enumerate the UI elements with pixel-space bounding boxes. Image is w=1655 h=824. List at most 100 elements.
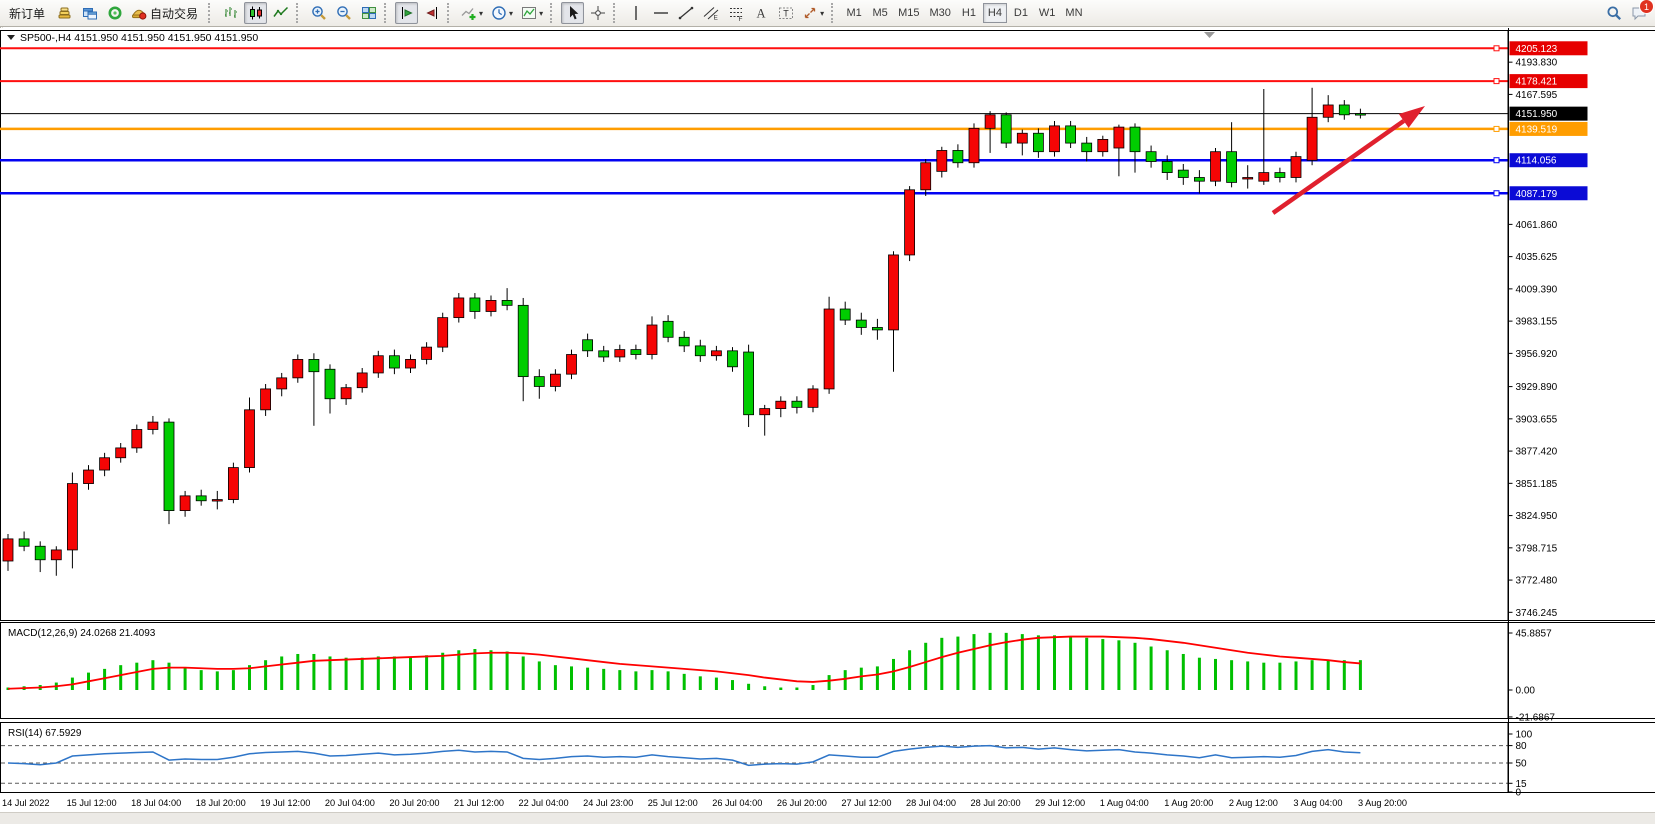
rsi-axis-label: 50 (1516, 759, 1528, 770)
macd-histogram-bar (151, 660, 154, 690)
macd-axis-label: 45.8857 (1516, 629, 1553, 640)
status-strip (0, 812, 1655, 824)
macd-histogram-bar (956, 637, 959, 690)
x-axis-label: 21 Jul 12:00 (454, 798, 504, 808)
macd-histogram-bar (828, 675, 831, 690)
y-axis-label: 3956.920 (1516, 349, 1558, 360)
y-axis-label: 4009.390 (1516, 284, 1558, 295)
candle-body (1227, 152, 1237, 183)
candle-body (212, 500, 222, 502)
y-axis-label: 3824.950 (1516, 511, 1558, 522)
macd-label: MACD(12,26,9) 24.0268 21.4093 (8, 628, 156, 639)
macd-histogram-bar (554, 665, 557, 690)
candle-body (647, 325, 657, 355)
macd-histogram-bar (200, 670, 203, 690)
notifications-button[interactable]: 1 (1627, 2, 1650, 24)
macd-histogram-bar (683, 674, 686, 690)
y-axis-label: 3983.155 (1516, 317, 1558, 328)
macd-histogram-bar (1327, 660, 1330, 690)
x-axis-label: 2 Aug 12:00 (1229, 798, 1278, 808)
x-axis-label: 15 Jul 12:00 (67, 798, 117, 808)
search-button[interactable] (1602, 2, 1625, 24)
candle-body (872, 327, 882, 329)
macd-histogram-bar (1295, 661, 1298, 690)
macd-histogram-bar (1085, 638, 1088, 690)
macd-histogram-bar (312, 654, 315, 690)
candle-body (792, 401, 802, 407)
macd-histogram-bar (715, 678, 718, 690)
candle-body (389, 356, 399, 368)
candle-body (744, 352, 754, 415)
macd-histogram-bar (296, 654, 299, 690)
candle-body (889, 255, 899, 330)
macd-histogram-bar (280, 656, 283, 690)
level-badge-label: 4205.123 (1516, 44, 1558, 55)
y-axis-label: 4035.625 (1516, 252, 1558, 263)
macd-pane[interactable] (1, 623, 1509, 719)
macd-histogram-bar (747, 684, 750, 690)
main-pane[interactable] (1, 31, 1509, 621)
line-handle[interactable] (1494, 191, 1499, 196)
macd-histogram-bar (1134, 643, 1137, 690)
terminal-window: 新订单自动交易▾▾▾EFAT▾M1M5M15M30H1H4D1W1MN 4193… (0, 0, 1655, 824)
macd-histogram-bar (264, 660, 267, 690)
x-axis-label: 19 Jul 12:00 (260, 798, 310, 808)
candle-body (438, 318, 448, 348)
candle-body (132, 429, 142, 447)
macd-histogram-bar (393, 656, 396, 690)
macd-histogram-bar (667, 671, 670, 690)
macd-histogram-bar (844, 670, 847, 690)
macd-histogram-bar (506, 651, 509, 690)
search-icon (1606, 5, 1622, 21)
macd-histogram-bar (441, 653, 444, 690)
line-handle[interactable] (1494, 46, 1499, 51)
candle-body (856, 320, 866, 327)
x-axis-label: 28 Jul 04:00 (906, 798, 956, 808)
x-axis-label: 3 Aug 04:00 (1293, 798, 1342, 808)
candle-body (1017, 133, 1027, 143)
candle-body (985, 115, 995, 129)
candle-body (1211, 152, 1221, 182)
macd-histogram-bar (457, 650, 460, 690)
x-axis-label: 27 Jul 12:00 (841, 798, 891, 808)
candle-body (1275, 173, 1285, 178)
candle-body (1355, 114, 1365, 116)
candle-body (1259, 173, 1269, 182)
candle-body (67, 484, 77, 550)
macd-histogram-bar (1117, 640, 1120, 690)
y-axis-label: 4061.860 (1516, 220, 1558, 231)
candle-body (180, 496, 190, 511)
line-handle[interactable] (1494, 158, 1499, 163)
price-axis[interactable] (1509, 28, 1655, 792)
current-price-badge-label: 4151.950 (1516, 109, 1558, 120)
macd-histogram-bar (538, 661, 541, 690)
rsi-label: RSI(14) 67.5929 (8, 728, 82, 739)
candle-body (599, 351, 609, 357)
macd-histogram-bar (570, 666, 573, 690)
macd-histogram-bar (1182, 654, 1185, 690)
candle-body (19, 539, 29, 546)
macd-histogram-bar (490, 650, 493, 690)
chart-canvas[interactable]: 4193.8304167.5954061.8604035.6254009.390… (0, 0, 1655, 824)
macd-histogram-bar (1262, 663, 1265, 690)
candle-body (567, 355, 577, 375)
macd-histogram-bar (1230, 660, 1233, 690)
candle-body (100, 458, 110, 470)
candle-body (1114, 127, 1124, 148)
x-axis-label: 3 Aug 20:00 (1358, 798, 1407, 808)
macd-histogram-bar (1101, 639, 1104, 690)
chart-title: SP500-,H4 4151.950 4151.950 4151.950 415… (20, 32, 258, 44)
candle-body (341, 388, 351, 399)
toolbar-right: 1 (1601, 2, 1651, 24)
candle-body (116, 448, 126, 458)
macd-histogram-bar (522, 656, 525, 690)
macd-histogram-bar (1021, 634, 1024, 690)
line-handle[interactable] (1494, 79, 1499, 84)
y-axis-label: 4167.595 (1516, 90, 1558, 101)
macd-histogram-bar (892, 659, 895, 690)
candle-body (293, 359, 303, 377)
line-handle[interactable] (1494, 126, 1499, 131)
candle-body (502, 300, 512, 305)
x-axis-label: 18 Jul 04:00 (131, 798, 181, 808)
candle-body (309, 359, 319, 371)
